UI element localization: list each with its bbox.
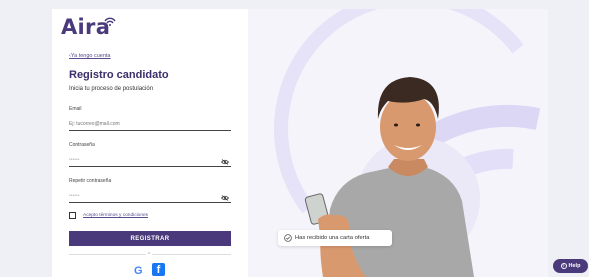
password-field[interactable] xyxy=(69,153,231,167)
terms-link[interactable]: Acepto términos y condiciones xyxy=(83,213,148,218)
terms-checkbox[interactable] xyxy=(69,212,76,219)
check-circle-icon xyxy=(284,234,292,242)
facebook-icon[interactable]: f xyxy=(152,263,165,276)
password-label: Contraseña xyxy=(69,142,95,148)
repeat-password-label: Repetir contraseña xyxy=(69,178,112,184)
registration-panel: Aira ‹Ya tengo cuenta Registro candidato… xyxy=(52,9,248,277)
offer-notification: Has recibido una carta oferta xyxy=(278,230,392,246)
help-label: Help xyxy=(568,263,581,269)
right-eye xyxy=(416,123,420,127)
back-to-login-link[interactable]: ‹Ya tengo cuenta xyxy=(69,53,111,59)
or-separator: o xyxy=(146,250,153,255)
page-title: Registro candidato xyxy=(69,69,169,81)
question-icon: ? xyxy=(560,263,567,269)
face xyxy=(380,93,436,161)
email-label: Email xyxy=(69,106,82,112)
wifi-arcs-icon xyxy=(104,17,116,26)
eye-slash-icon[interactable] xyxy=(221,195,229,201)
back-link-label: Ya tengo cuenta xyxy=(70,53,111,59)
left-eye xyxy=(394,123,398,127)
help-button[interactable]: ? Help xyxy=(553,259,588,273)
app-root: Aira ‹Ya tengo cuenta Registro candidato… xyxy=(0,0,589,277)
aira-logo: Aira xyxy=(61,15,131,41)
google-icon[interactable]: G xyxy=(134,265,144,277)
notification-text: Has recibido una carta oferta xyxy=(295,235,370,241)
eye-slash-icon[interactable] xyxy=(221,159,229,165)
email-field[interactable] xyxy=(69,117,231,131)
register-button[interactable]: REGISTRAR xyxy=(69,231,231,246)
repeat-password-field[interactable] xyxy=(69,189,231,203)
page-subtitle: Inicia tu proceso de postulación xyxy=(69,86,154,92)
